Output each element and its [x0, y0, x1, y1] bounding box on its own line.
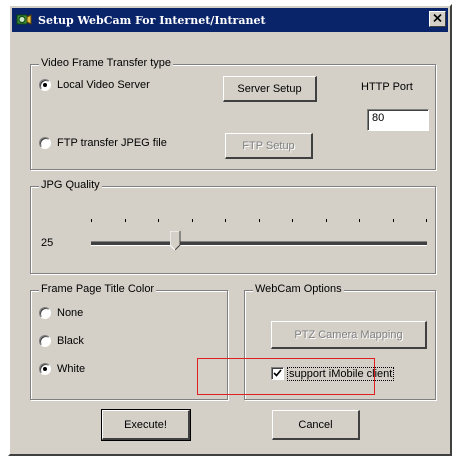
title-color-black-indicator[interactable]	[39, 335, 51, 347]
title-color-none-label: None	[57, 307, 84, 319]
local-video-server-label: Local Video Server	[57, 79, 150, 91]
slider-thumb[interactable]	[169, 230, 181, 251]
slider-tick	[158, 219, 159, 222]
window-title: Setup WebCam For Internet/Intranet	[38, 13, 266, 27]
webcam-options-group: WebCam Options PTZ Camera Mapping suppor…	[244, 283, 436, 400]
slider-tick	[326, 219, 327, 222]
ftp-setup-label: FTP Setup	[242, 139, 295, 152]
frame-title-color-group: Frame Page Title Color None Black White	[30, 283, 228, 400]
title-color-white-radio[interactable]: White	[39, 363, 85, 375]
cancel-label: Cancel	[298, 418, 333, 431]
execute-label: Execute!	[124, 418, 167, 431]
execute-button[interactable]: Execute!	[101, 409, 191, 441]
slider-tick	[192, 219, 193, 222]
http-port-label: HTTP Port	[361, 81, 413, 93]
video-frame-transfer-legend: Video Frame Transfer type	[39, 57, 174, 69]
title-color-white-label: White	[57, 363, 86, 375]
slider-tick	[292, 219, 293, 222]
ptz-camera-mapping-button[interactable]: PTZ Camera Mapping	[271, 321, 427, 349]
slider-tick	[225, 219, 226, 222]
video-frame-transfer-group: Video Frame Transfer type Local Video Se…	[30, 57, 436, 170]
jpg-quality-value: 25	[41, 237, 54, 249]
checkmark-icon	[273, 368, 282, 380]
support-imobile-label: support iMobile client	[286, 366, 395, 381]
local-video-server-radio-indicator[interactable]	[39, 79, 51, 91]
webcam-options-legend: WebCam Options	[253, 283, 344, 295]
slider-track	[91, 241, 427, 246]
title-color-white-indicator[interactable]	[39, 363, 51, 375]
http-port-input[interactable]: 80	[367, 109, 429, 131]
local-video-server-radio[interactable]: Local Video Server	[39, 79, 150, 91]
slider-tick	[91, 219, 92, 222]
title-color-black-label: Black	[57, 335, 84, 347]
ftp-transfer-radio-indicator[interactable]	[39, 137, 51, 149]
title-color-none-radio[interactable]: None	[39, 307, 83, 319]
cancel-button[interactable]: Cancel	[272, 410, 360, 440]
support-imobile-checkbox[interactable]: support iMobile client	[271, 366, 395, 381]
webcam-icon	[16, 12, 32, 28]
title-color-none-indicator[interactable]	[39, 307, 51, 319]
slider-tick	[426, 219, 427, 222]
ftp-setup-button[interactable]: FTP Setup	[225, 133, 313, 159]
close-button[interactable]	[429, 11, 446, 27]
support-imobile-check-indicator[interactable]	[271, 367, 284, 380]
ftp-transfer-label: FTP transfer JPEG file	[57, 137, 167, 149]
close-icon	[433, 13, 442, 25]
jpg-quality-legend: JPG Quality	[39, 179, 102, 191]
ptz-camera-mapping-label: PTZ Camera Mapping	[294, 328, 403, 341]
server-setup-button[interactable]: Server Setup	[223, 76, 317, 102]
http-port-value: 80	[372, 112, 385, 124]
ftp-transfer-radio[interactable]: FTP transfer JPEG file	[39, 137, 167, 149]
slider-tick	[359, 219, 360, 222]
title-color-black-radio[interactable]: Black	[39, 335, 84, 347]
slider-tick	[125, 219, 126, 222]
server-setup-label: Server Setup	[237, 82, 302, 95]
title-bar[interactable]: Setup WebCam For Internet/Intranet	[12, 8, 448, 32]
setup-webcam-dialog: Setup WebCam For Internet/Intranet Video…	[8, 4, 452, 456]
jpg-quality-group: JPG Quality 25	[30, 179, 436, 274]
slider-tick	[393, 219, 394, 222]
slider-tick	[259, 219, 260, 222]
jpg-quality-slider[interactable]	[91, 205, 427, 255]
frame-title-color-legend: Frame Page Title Color	[39, 283, 157, 295]
